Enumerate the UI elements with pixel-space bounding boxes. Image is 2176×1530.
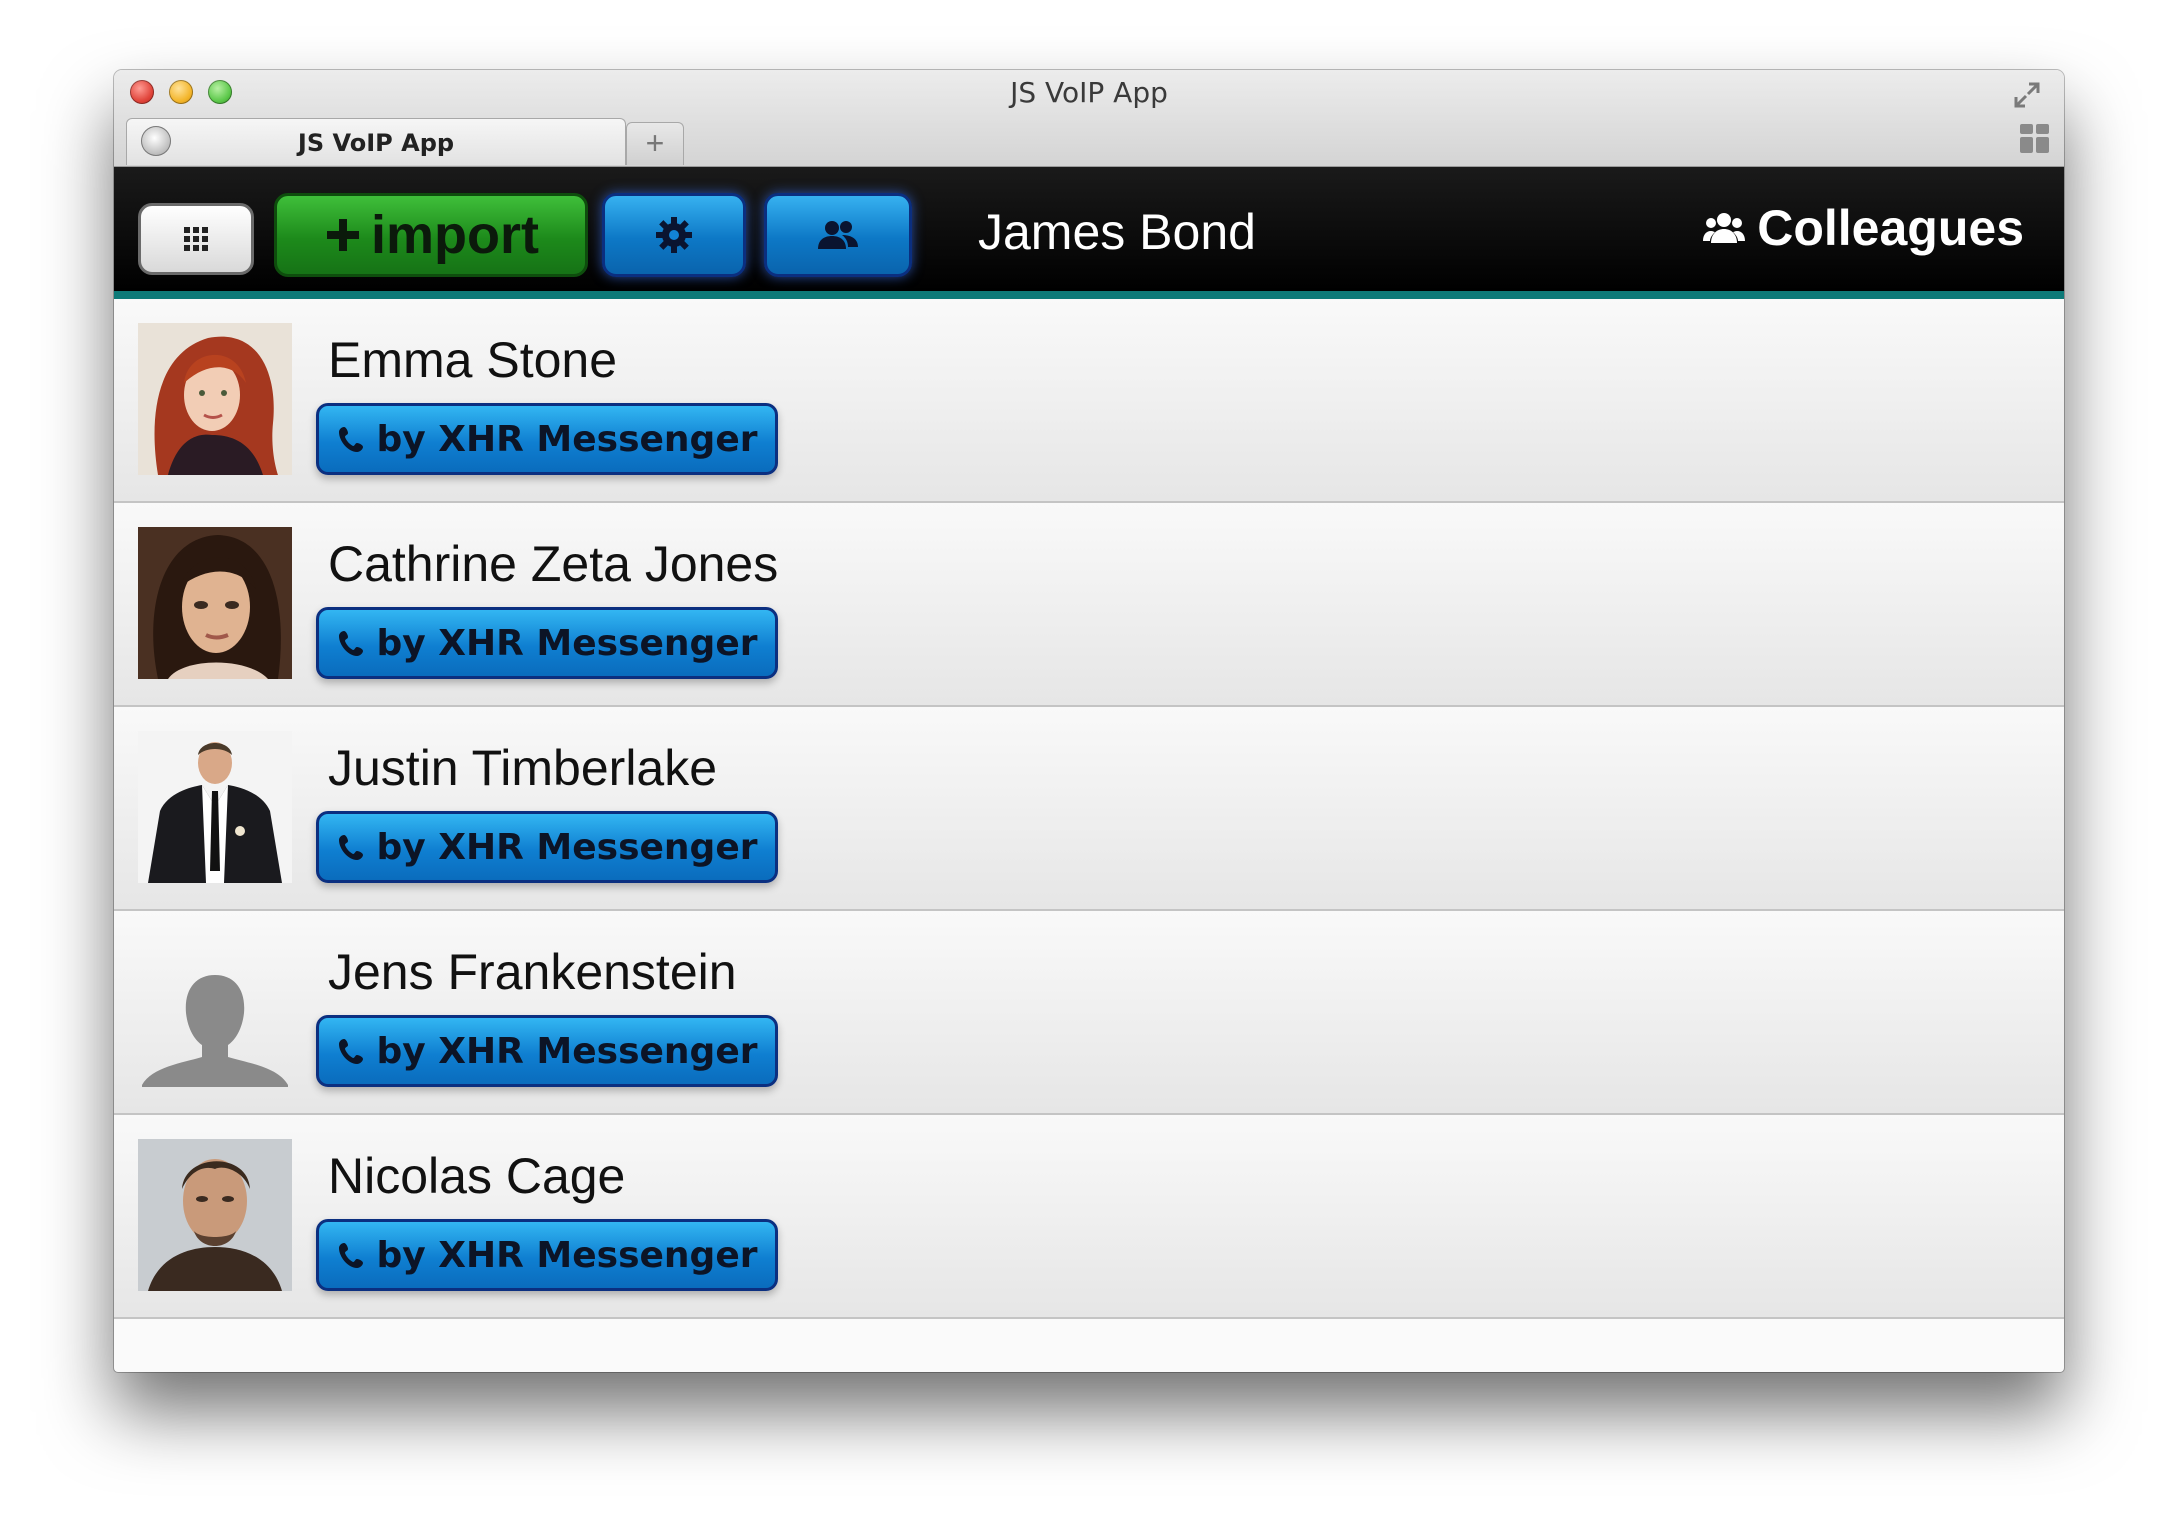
phone-icon <box>338 835 363 860</box>
gear-icon <box>656 217 692 253</box>
avatar <box>138 323 292 475</box>
import-label: import <box>371 205 539 265</box>
grid-icon <box>184 227 208 251</box>
phone-icon <box>338 631 363 656</box>
contact-row: Justin Timberlake by XHR Messenger <box>114 707 2064 911</box>
browser-window: JS VoIP App JS VoIP App + import James B… <box>114 70 2064 1372</box>
contact-row: Cathrine Zeta Jones by XHR Messenger <box>114 503 2064 707</box>
avatar <box>138 1139 292 1291</box>
call-button[interactable]: by XHR Messenger <box>316 403 778 475</box>
call-button[interactable]: by XHR Messenger <box>316 1015 778 1087</box>
app-header: import James Bond Colleagues <box>114 167 2064 299</box>
contact-name: Nicolas Cage <box>328 1148 626 1204</box>
phone-icon <box>338 1039 363 1064</box>
phone-icon <box>338 427 363 452</box>
current-user-name: James Bond <box>978 204 1256 260</box>
call-button-label: by XHR Messenger <box>376 1030 758 1072</box>
tab-label: JS VoIP App <box>297 129 455 157</box>
title-bar: JS VoIP App JS VoIP App + <box>114 70 2064 167</box>
call-button-label: by XHR Messenger <box>376 622 758 664</box>
contact-row: Nicolas Cage by XHR Messenger <box>114 1115 2064 1319</box>
people-icon <box>1703 213 1746 243</box>
new-tab-button[interactable]: + <box>626 122 684 165</box>
contact-name: Jens Frankenstein <box>328 944 737 1000</box>
apps-button[interactable] <box>138 203 254 275</box>
call-button-label: by XHR Messenger <box>376 418 758 460</box>
plus-icon <box>327 219 359 251</box>
import-button[interactable]: import <box>274 193 588 277</box>
avatar <box>138 935 292 1087</box>
contact-row: Emma Stone by XHR Messenger <box>114 299 2064 503</box>
contact-row: Jens Frankenstein by XHR Messenger <box>114 911 2064 1115</box>
default-avatar-icon <box>142 975 288 1087</box>
settings-button[interactable] <box>602 193 746 277</box>
call-button-label: by XHR Messenger <box>376 1234 758 1276</box>
call-button[interactable]: by XHR Messenger <box>316 811 778 883</box>
contact-name: Cathrine Zeta Jones <box>328 536 779 592</box>
contact-name: Emma Stone <box>328 332 618 388</box>
people-icon <box>818 221 858 249</box>
contact-list: Emma Stone by XHR Messenger Cathrine Zet… <box>114 299 2064 1319</box>
avatar <box>138 527 292 679</box>
call-button-label: by XHR Messenger <box>376 826 758 868</box>
call-button[interactable]: by XHR Messenger <box>316 607 778 679</box>
window-title: JS VoIP App <box>1010 76 1168 109</box>
tab-overview-icon[interactable] <box>2020 124 2050 154</box>
contact-name: Justin Timberlake <box>328 740 718 796</box>
call-button[interactable]: by XHR Messenger <box>316 1219 778 1291</box>
group-title[interactable]: Colleagues <box>1703 199 2024 257</box>
contacts-button[interactable] <box>764 193 912 277</box>
browser-tab[interactable]: JS VoIP App <box>126 118 626 165</box>
avatar <box>138 731 292 883</box>
fullscreen-icon[interactable] <box>2012 80 2042 110</box>
group-label: Colleagues <box>1757 200 2024 256</box>
phone-icon <box>338 1243 363 1268</box>
